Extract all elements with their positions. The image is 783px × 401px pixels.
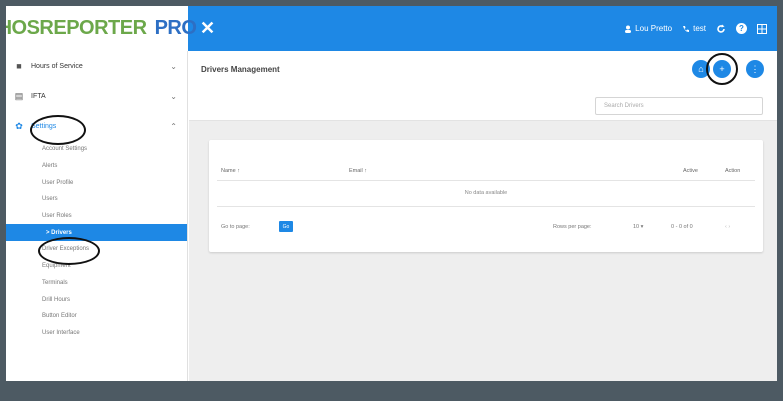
brand-logo[interactable]: HOSREPORTER PRO	[6, 6, 197, 51]
highlight-circle-add	[706, 53, 738, 85]
sidebar-item-label: Hours of Service	[31, 62, 83, 70]
extra-label: test	[693, 24, 706, 33]
sidebar-subitem-equipment[interactable]: Equipment	[6, 258, 187, 275]
sidebar-item-label: IFTA	[31, 92, 46, 100]
bottom-frame-bar	[6, 381, 777, 401]
refresh-icon[interactable]	[716, 24, 726, 34]
chevron-down-icon: ⌄	[170, 91, 177, 101]
more-options-button[interactable]: ⋮	[746, 60, 764, 78]
chevron-up-icon: ⌃	[170, 121, 177, 131]
column-header-action: Action	[725, 168, 741, 174]
sidebar-subitem-button-editor[interactable]: Button Editor	[6, 308, 187, 325]
divider	[217, 206, 755, 207]
sidebar-item-hours-of-service[interactable]: ■ Hours of Service ⌄	[6, 51, 187, 81]
sidebar-subitem-account-settings[interactable]: Account Settings	[6, 141, 187, 158]
gear-icon: ✿	[15, 120, 23, 131]
user-menu[interactable]: Lou Pretto	[624, 24, 672, 33]
sidebar-item-ifta[interactable]: ▤ IFTA ⌄	[6, 81, 187, 111]
column-header-active: Active	[683, 168, 698, 174]
page-header: Drivers Management ⌂ + ⋮ Search Drivers	[189, 51, 777, 121]
sidebar-subitem-user-profile[interactable]: User Profile	[6, 174, 187, 191]
brand-name: HOSREPORTER	[0, 17, 147, 39]
divider	[217, 180, 755, 181]
column-header-email[interactable]: Email ↑	[349, 168, 367, 174]
brand-suffix: PRO	[154, 17, 197, 39]
sidebar-subitem-user-roles[interactable]: User Roles	[6, 208, 187, 225]
main-content: Drivers Management ⌂ + ⋮ Search Drivers …	[189, 51, 777, 387]
sidebar-subitem-alerts[interactable]: Alerts	[6, 158, 187, 175]
more-icon: ⋮	[750, 63, 760, 74]
phone-menu[interactable]: test	[682, 24, 706, 33]
phone-icon	[683, 25, 690, 32]
user-icon	[625, 25, 632, 33]
sidebar-subitem-user-interface[interactable]: User Interface	[6, 325, 187, 342]
sidebar-subitem-users[interactable]: Users	[6, 191, 187, 208]
top-bar: HOSREPORTER PRO ✕ Lou Pretto test ?	[6, 6, 777, 51]
user-name: Lou Pretto	[635, 24, 673, 33]
rows-per-page-label: Rows per page:	[553, 224, 592, 230]
empty-state-text: No data available	[464, 190, 508, 196]
goto-page-label: Go to page:	[221, 224, 250, 230]
home-icon: ⌂	[698, 64, 704, 74]
grid-icon[interactable]	[757, 23, 767, 34]
close-menu-icon[interactable]: ✕	[200, 18, 215, 39]
page-title: Drivers Management	[201, 65, 280, 74]
sidebar-subitem-drivers[interactable]: > Drivers	[6, 224, 187, 242]
search-drivers-input[interactable]: Search Drivers	[595, 97, 763, 115]
screenshot-frame: HOSREPORTER PRO ✕ Lou Pretto test ? ■ Ho…	[0, 0, 783, 401]
truck-icon: ■	[16, 61, 22, 71]
highlight-circle-drivers	[38, 237, 100, 265]
document-icon: ▤	[14, 90, 24, 101]
sidebar-subitem-terminals[interactable]: Terminals	[6, 275, 187, 292]
pagination-range: 0 - 0 of 0	[671, 224, 693, 230]
drivers-table-card: Name ↑ Email ↑ Active Action No data ava…	[209, 140, 763, 252]
column-header-name[interactable]: Name ↑	[221, 168, 240, 174]
help-icon[interactable]: ?	[736, 23, 747, 34]
chevron-down-icon: ⌄	[170, 61, 177, 71]
pagination-arrows[interactable]: ‹ ›	[725, 224, 730, 230]
top-right-controls: Lou Pretto test ?	[624, 23, 777, 34]
rows-per-page-select[interactable]: 10 ▾	[633, 224, 643, 230]
sidebar: ■ Hours of Service ⌄ ▤ IFTA ⌄ ✿ Settings…	[6, 51, 188, 387]
highlight-circle-settings	[30, 115, 86, 145]
goto-page-button[interactable]: Go	[279, 221, 293, 232]
sidebar-subitem-drill-hours[interactable]: Drill Hours	[6, 291, 187, 308]
